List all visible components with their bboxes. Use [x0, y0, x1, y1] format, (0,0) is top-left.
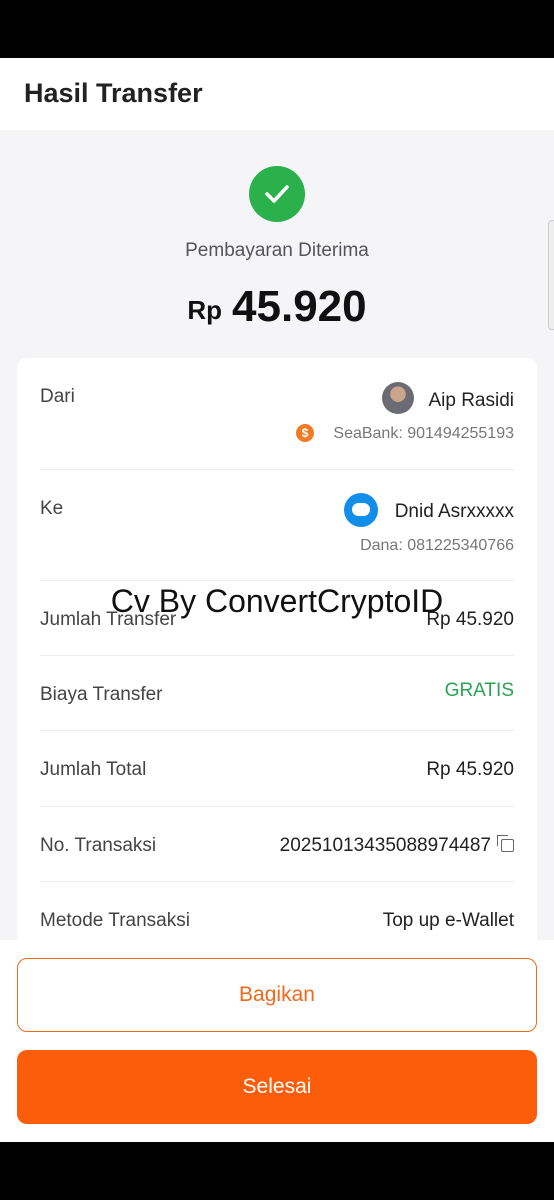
method-label: Metode Transaksi: [40, 910, 190, 931]
transaction-no-row: 20251013435088974487: [280, 835, 514, 857]
divider: [40, 881, 514, 882]
done-button[interactable]: Selesai: [17, 1050, 537, 1124]
transfer-details-card: Dari Aip Rasidi $ SeaBank: 901494255193 …: [17, 358, 537, 998]
transfer-result-screen: Hasil Transfer Pembayaran Diterima Rp 45.…: [0, 58, 554, 1142]
amount-value: 45.920: [232, 282, 367, 331]
seabank-icon: $: [296, 424, 314, 442]
fee-label: Biaya Transfer: [40, 684, 163, 705]
divider: [40, 730, 514, 731]
from-name: Aip Rasidi: [428, 390, 514, 411]
from-label: Dari: [40, 386, 75, 407]
amount-currency: Rp: [187, 295, 223, 325]
method-value: Top up e-Wallet: [382, 910, 514, 931]
divider: [40, 469, 514, 470]
total-value: Rp 45.920: [426, 759, 514, 780]
check-circle-icon: [249, 166, 305, 222]
divider: [40, 655, 514, 656]
scrollbar-thumb[interactable]: [548, 220, 554, 330]
dana-icon: [344, 493, 378, 527]
app-bar: Hasil Transfer: [0, 58, 554, 130]
payment-status-text: Pembayaran Diterima: [185, 240, 369, 261]
avatar: [382, 382, 414, 414]
to-name: Dnid Asrxxxxx: [394, 501, 514, 522]
fee-value: GRATIS: [444, 680, 514, 701]
from-account: SeaBank: 901494255193: [333, 425, 514, 442]
watermark-text: Cv By ConvertCryptoID: [110, 583, 444, 619]
share-button[interactable]: Bagikan: [17, 958, 537, 1032]
divider: [40, 806, 514, 807]
transaction-no-value: 20251013435088974487: [279, 835, 491, 856]
bottom-action-bar: Bagikan Selesai: [0, 940, 554, 1142]
divider: [40, 580, 514, 581]
to-account: Dana: 081225340766: [360, 537, 514, 554]
transfer-amount: Rp 45.920: [0, 282, 554, 332]
copy-icon[interactable]: [497, 835, 514, 852]
to-label: Ke: [40, 498, 64, 519]
page-title: Hasil Transfer: [24, 78, 203, 108]
total-label: Jumlah Total: [40, 759, 147, 780]
transaction-no-label: No. Transaksi: [40, 835, 157, 856]
